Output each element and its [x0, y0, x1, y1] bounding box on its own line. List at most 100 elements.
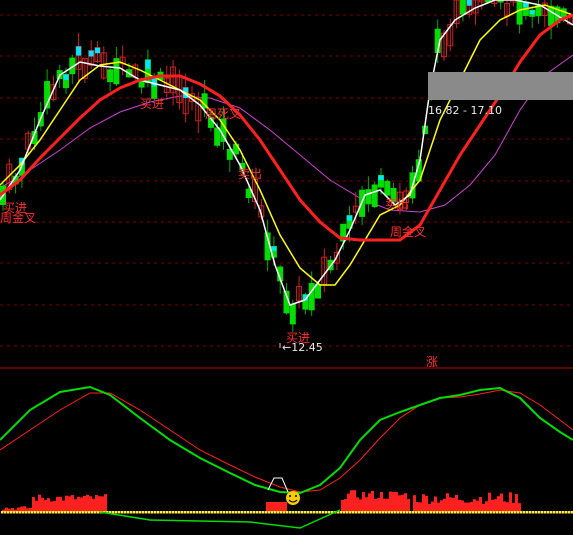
hist-bar-488 [488, 492, 491, 512]
hist-dot-197 [196, 511, 199, 514]
hist-dot-524 [523, 511, 526, 514]
hist-dot-353 [352, 511, 355, 514]
hist-bar-74 [74, 499, 77, 512]
hist-dot-215 [214, 511, 217, 514]
hist-dot-17 [16, 511, 19, 514]
hist-dot-203 [202, 511, 205, 514]
hist-dot-383 [382, 511, 385, 514]
hist-bar-428 [428, 503, 431, 512]
hist-dot-560 [559, 511, 562, 514]
hist-dot-488 [487, 511, 490, 514]
hist-dot-269 [268, 511, 271, 514]
hist-dot-455 [454, 511, 457, 514]
hist-dot-404 [403, 511, 406, 514]
hist-bar-89 [89, 496, 92, 512]
candle-cyan-84 [529, 10, 535, 15]
hist-dot-569 [568, 511, 571, 514]
hist-dot-32 [31, 511, 34, 514]
signal-golden-cross-1: 周金叉 [0, 210, 36, 225]
hist-bar-419 [419, 502, 422, 512]
hist-bar-500 [500, 493, 503, 512]
hist-dot-536 [535, 511, 538, 514]
hist-dot-374 [373, 511, 376, 514]
hist-dot-302 [301, 511, 304, 514]
hist-bar-440 [440, 500, 443, 512]
hist-dot-44 [43, 511, 46, 514]
hist-dot-173 [172, 511, 175, 514]
hist-dot-182 [181, 511, 184, 514]
hist-dot-98 [97, 511, 100, 514]
hist-dot-464 [463, 511, 466, 514]
hist-dot-434 [433, 511, 436, 514]
hist-bar-413 [413, 495, 416, 512]
hist-bar-464 [464, 502, 467, 512]
hist-dot-371 [370, 511, 373, 514]
hist-dot-116 [115, 511, 118, 514]
hist-dot-5 [4, 511, 7, 514]
candlestick-series [0, 0, 573, 332]
hist-dot-86 [85, 511, 88, 514]
hist-dot-554 [553, 511, 556, 514]
hist-dot-68 [67, 511, 70, 514]
hist-dot-221 [220, 511, 223, 514]
hist-bar-359 [359, 499, 362, 512]
hist-bar-443 [443, 498, 446, 512]
hist-bar-458 [458, 499, 461, 512]
hist-bar-353 [353, 490, 356, 512]
hist-dot-146 [145, 511, 148, 514]
hist-bar-509 [509, 492, 512, 512]
hist-dot-329 [328, 511, 331, 514]
hist-dot-470 [469, 511, 472, 514]
hist-bar-53 [53, 501, 56, 512]
hist-bar-479 [479, 496, 482, 512]
hist-bar-344 [344, 499, 347, 512]
hist-bar-416 [416, 502, 419, 512]
hist-bar-470 [470, 501, 473, 512]
hist-bar-452 [452, 497, 455, 512]
hist-dot-125 [124, 511, 127, 514]
hist-dot-395 [394, 511, 397, 514]
hist-dot-140 [139, 511, 142, 514]
hist-dot-224 [223, 511, 226, 514]
hist-bar-95 [95, 495, 98, 512]
hist-dot-83 [82, 511, 85, 514]
hist-bar-425 [425, 495, 428, 512]
hist-bar-83 [83, 495, 86, 512]
hist-bar-281 [281, 502, 284, 512]
hist-dot-275 [274, 511, 277, 514]
hist-dot-71 [70, 511, 73, 514]
hist-bar-446 [446, 493, 449, 512]
signal-red-line [0, 389, 573, 493]
hist-dot-503 [502, 511, 505, 514]
hist-dot-359 [358, 511, 361, 514]
hist-dot-74 [73, 511, 76, 514]
hist-bar-365 [365, 497, 368, 512]
hist-dot-377 [376, 511, 379, 514]
hist-bar-98 [98, 496, 101, 512]
hist-dot-533 [532, 511, 535, 514]
hist-dot-290 [289, 511, 292, 514]
hist-dot-527 [526, 511, 529, 514]
hist-dot-62 [61, 511, 64, 514]
hist-dot-254 [253, 511, 256, 514]
hist-dot-122 [121, 511, 124, 514]
ma-red-line [0, 13, 573, 242]
hist-bar-485 [485, 501, 488, 512]
hist-bar-284 [284, 502, 287, 512]
hist-dot-506 [505, 511, 508, 514]
hist-dot-287 [286, 511, 289, 514]
smiley-icon [286, 491, 300, 505]
hist-bar-41 [41, 497, 44, 512]
hist-dot-518 [517, 511, 520, 514]
signal-sell-1: 卖出 [238, 167, 262, 181]
hist-dot-308 [307, 511, 310, 514]
hist-dot-347 [346, 511, 349, 514]
hist-dot-188 [187, 511, 190, 514]
hist-dot-380 [379, 511, 382, 514]
signal-buy-2: 买进 [140, 97, 164, 111]
hist-dot-326 [325, 511, 328, 514]
hist-bar-473 [473, 499, 476, 512]
ma-white-line [0, 0, 573, 306]
hist-dot-461 [460, 511, 463, 514]
indicator-panel [0, 385, 573, 529]
